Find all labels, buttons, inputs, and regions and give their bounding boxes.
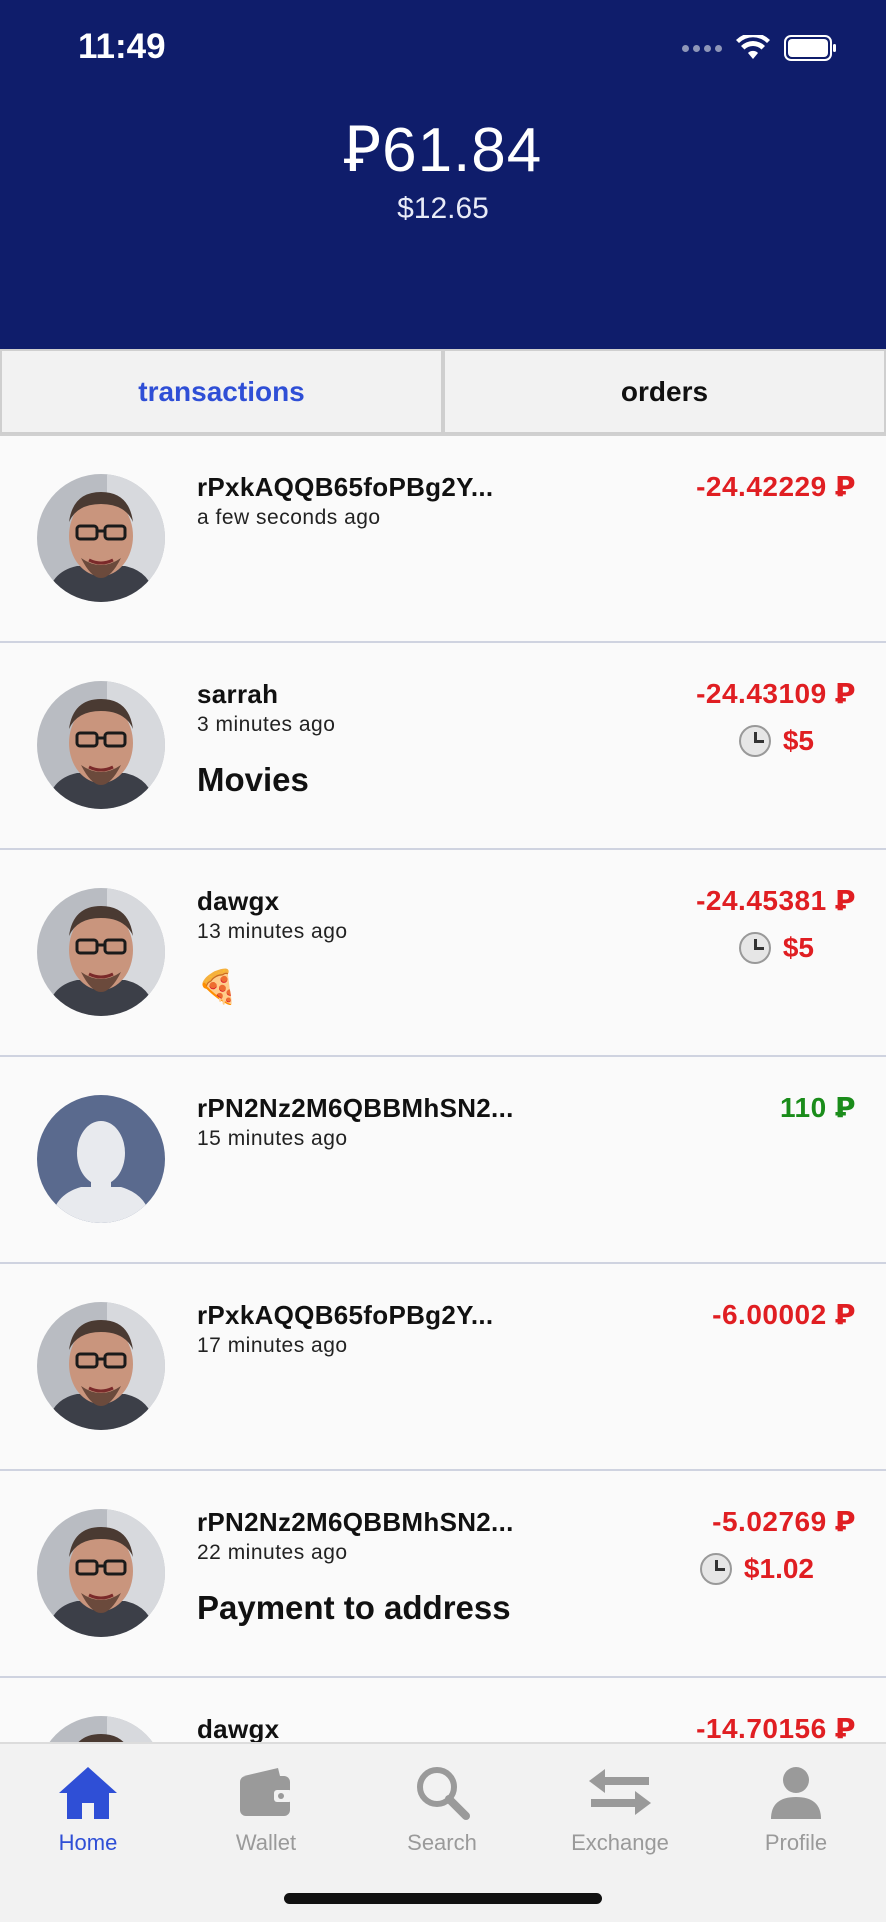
avatar xyxy=(37,474,165,602)
clock-icon xyxy=(699,1553,732,1585)
exchange-icon xyxy=(589,1769,651,1815)
transaction-time: 15 minutes ago xyxy=(197,1127,348,1150)
balance-amount: Ꝑ61.84 xyxy=(343,116,543,185)
transaction-row[interactable]: rPxkAQQB65foPBg2Y... a few seconds ago -… xyxy=(0,436,886,643)
wallet-icon xyxy=(240,1768,292,1816)
pending-value: $5 xyxy=(782,725,814,756)
transaction-list: rPxkAQQB65foPBg2Y... a few seconds ago -… xyxy=(0,436,886,1885)
nav-exchange-label: Exchange xyxy=(571,1830,669,1855)
balance-header: 11:49 Ꝑ61.84 $12.65 xyxy=(0,0,886,349)
balance-usd: $12.65 xyxy=(397,192,489,225)
nav-wallet[interactable]: Wallet xyxy=(186,1762,346,1856)
user-photo-icon xyxy=(37,681,165,809)
transaction-amount: -6.00002 Ꝑ xyxy=(712,1299,856,1330)
avatar xyxy=(37,1302,165,1430)
tab-orders[interactable]: orders xyxy=(443,349,886,434)
status-icons xyxy=(682,30,838,66)
pending-value: $5 xyxy=(782,932,814,963)
transaction-time: 22 minutes ago xyxy=(197,1541,348,1564)
nav-wallet-label: Wallet xyxy=(235,1830,297,1855)
transaction-row[interactable]: sarrah 3 minutes ago Movies -24.43109 Ꝑ … xyxy=(0,643,886,850)
clock-icon xyxy=(738,932,771,964)
transaction-memo: Movies xyxy=(197,761,309,798)
transaction-time: a few seconds ago xyxy=(197,506,381,529)
wifi-icon xyxy=(736,35,770,59)
avatar xyxy=(37,1095,165,1223)
nav-profile[interactable]: Profile xyxy=(716,1762,876,1856)
nav-exchange[interactable]: Exchange xyxy=(540,1762,700,1856)
user-photo-icon xyxy=(37,1302,165,1430)
pending-order: $5 xyxy=(738,725,814,757)
transaction-row[interactable]: rPN2Nz2M6QBBMhSN2... 22 minutes ago Paym… xyxy=(0,1471,886,1678)
pending-order: $5 xyxy=(738,932,814,964)
transaction-memo: Payment to address xyxy=(197,1589,511,1626)
transaction-amount: -14.70156 Ꝑ xyxy=(696,1713,856,1744)
transaction-amount: 110 Ꝑ xyxy=(780,1092,856,1123)
transaction-amount: -24.42229 Ꝑ xyxy=(696,471,856,502)
transaction-counterparty: dawgx xyxy=(197,886,280,916)
user-photo-icon xyxy=(37,888,165,1016)
pending-value: $1.02 xyxy=(743,1553,814,1584)
home-indicator[interactable] xyxy=(284,1893,602,1904)
nav-search[interactable]: Search xyxy=(362,1762,522,1856)
tab-bar: transactions orders xyxy=(0,349,886,436)
user-photo-icon xyxy=(37,474,165,602)
transaction-amount: -24.43109 Ꝑ xyxy=(696,678,856,709)
signal-icon xyxy=(682,44,722,52)
avatar xyxy=(37,888,165,1016)
transaction-time: 3 minutes ago xyxy=(197,713,336,736)
tab-transactions[interactable]: transactions xyxy=(0,349,443,434)
nav-home-label: Home xyxy=(58,1830,118,1855)
avatar xyxy=(37,1509,165,1637)
transaction-row[interactable]: dawgx 13 minutes ago 🍕 -24.45381 Ꝑ $5 xyxy=(0,850,886,1057)
clock-icon xyxy=(738,725,771,757)
pending-order: $1.02 xyxy=(699,1553,814,1585)
transaction-time: 17 minutes ago xyxy=(197,1334,348,1357)
nav-profile-label: Profile xyxy=(764,1830,828,1855)
home-icon xyxy=(59,1767,117,1819)
battery-icon xyxy=(784,35,836,61)
transaction-time: 13 minutes ago xyxy=(197,920,348,943)
transaction-counterparty: rPN2Nz2M6QBBMhSN2... xyxy=(197,1093,514,1123)
transaction-counterparty: sarrah xyxy=(197,679,279,709)
transaction-memo: 🍕 xyxy=(197,968,239,1005)
default-avatar-icon xyxy=(37,1095,165,1223)
transaction-row[interactable]: rPxkAQQB65foPBg2Y... 17 minutes ago -6.0… xyxy=(0,1264,886,1471)
profile-icon xyxy=(771,1767,821,1819)
search-icon xyxy=(417,1767,470,1820)
transaction-counterparty: rPxkAQQB65foPBg2Y... xyxy=(197,1300,494,1330)
status-time: 11:49 xyxy=(78,27,166,66)
user-photo-icon xyxy=(37,1509,165,1637)
avatar xyxy=(37,681,165,809)
transaction-counterparty: rPxkAQQB65foPBg2Y... xyxy=(197,472,494,502)
nav-home[interactable]: Home xyxy=(8,1762,168,1856)
nav-search-label: Search xyxy=(407,1830,477,1855)
transaction-counterparty: rPN2Nz2M6QBBMhSN2... xyxy=(197,1507,514,1537)
transaction-counterparty: dawgx xyxy=(197,1714,280,1744)
transaction-amount: -5.02769 Ꝑ xyxy=(712,1506,856,1537)
transaction-row[interactable]: rPN2Nz2M6QBBMhSN2... 15 minutes ago 110 … xyxy=(0,1057,886,1264)
transaction-amount: -24.45381 Ꝑ xyxy=(696,885,856,916)
